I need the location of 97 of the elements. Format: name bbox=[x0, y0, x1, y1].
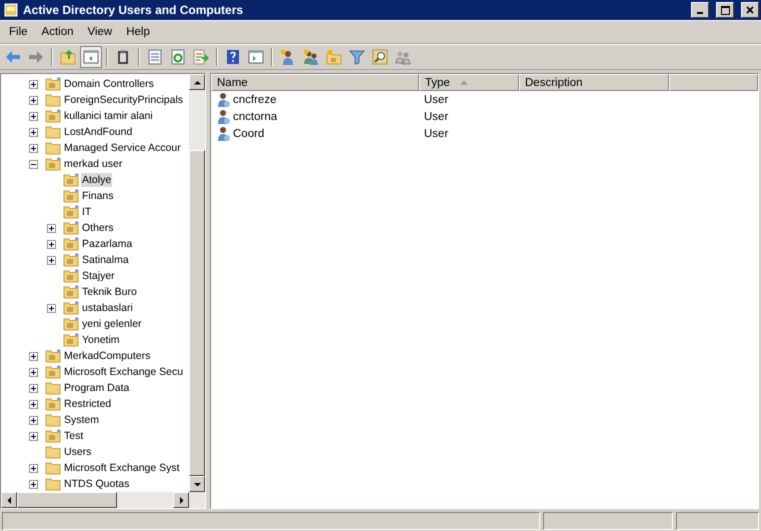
tree-item[interactable]: Teknik Buro bbox=[81, 285, 138, 299]
name-cell: Coord bbox=[233, 128, 264, 140]
menu-item[interactable]: View bbox=[80, 24, 120, 40]
tree-item[interactable]: Microsoft Exchange Syst bbox=[63, 461, 181, 475]
scroll-thumb[interactable] bbox=[17, 492, 117, 508]
tree-item[interactable]: IT bbox=[81, 205, 92, 219]
expand-icon[interactable] bbox=[47, 240, 56, 248]
close-button[interactable] bbox=[741, 2, 759, 18]
action-pane-icon bbox=[248, 49, 264, 65]
expand-icon[interactable] bbox=[29, 368, 38, 376]
new-organizational-unit-icon bbox=[326, 49, 342, 65]
type-cell-text: User bbox=[423, 110, 450, 122]
expand-icon[interactable] bbox=[47, 224, 56, 232]
scroll-thumb[interactable] bbox=[189, 150, 205, 476]
expand-icon[interactable] bbox=[29, 384, 38, 392]
tree-item[interactable]: kullanici tamir alani bbox=[63, 109, 154, 123]
group-membership-icon bbox=[395, 49, 411, 65]
minimize-button[interactable] bbox=[691, 2, 709, 18]
tree-item[interactable]: Program Data bbox=[63, 381, 130, 395]
expand-icon[interactable] bbox=[29, 352, 38, 360]
window-title: Active Directory Users and Computers bbox=[23, 3, 244, 17]
expand-icon[interactable] bbox=[29, 432, 38, 440]
maximize-button[interactable] bbox=[716, 2, 734, 18]
toolbar-button[interactable] bbox=[80, 46, 102, 68]
list-row[interactable]: Coord User bbox=[211, 125, 758, 142]
new-group-icon bbox=[303, 49, 319, 65]
collapse-icon[interactable] bbox=[29, 160, 38, 168]
clipboard-icon bbox=[115, 49, 131, 65]
tree-item[interactable]: Stajyer bbox=[81, 269, 116, 283]
sort-arrow-icon bbox=[460, 80, 468, 85]
expand-icon[interactable] bbox=[29, 128, 38, 136]
find-icon bbox=[372, 49, 388, 65]
menu-item[interactable]: Action bbox=[34, 24, 80, 40]
column-header[interactable]: Type bbox=[419, 74, 519, 91]
horizontal-scrollbar[interactable] bbox=[1, 492, 205, 508]
tree-item[interactable]: Users bbox=[63, 445, 92, 459]
user-icon bbox=[217, 108, 231, 124]
list-row[interactable]: cnctorna User bbox=[211, 108, 758, 125]
list-row[interactable]: cncfreze User bbox=[211, 91, 758, 108]
export-list-icon bbox=[193, 49, 209, 65]
user-icon bbox=[217, 126, 231, 142]
app-icon bbox=[4, 3, 18, 17]
tree-item[interactable]: Satinalma bbox=[81, 253, 130, 267]
scroll-right-icon bbox=[178, 496, 184, 504]
column-header[interactable] bbox=[669, 74, 758, 91]
tree-item[interactable]: Microsoft Exchange Secu bbox=[63, 365, 184, 379]
expand-icon[interactable] bbox=[29, 144, 38, 152]
scroll-left-icon bbox=[6, 496, 12, 504]
folder-up-icon bbox=[60, 49, 76, 65]
type-cell-text: User bbox=[423, 94, 450, 106]
back-arrow-icon bbox=[5, 49, 21, 65]
tree-item[interactable]: yeni gelenler bbox=[81, 317, 143, 331]
tree-item[interactable]: ForeignSecurityPrincipals bbox=[63, 93, 184, 107]
properties-icon bbox=[147, 49, 163, 65]
tree-item[interactable]: Restricted bbox=[63, 397, 112, 411]
tree-item[interactable]: Managed Service Accour bbox=[63, 141, 182, 155]
name-cell: cnctorna bbox=[233, 110, 278, 122]
refresh-icon bbox=[170, 49, 186, 65]
tree-item[interactable]: NTDS Quotas bbox=[63, 477, 130, 491]
expand-icon[interactable] bbox=[47, 304, 56, 312]
tree-item[interactable]: Domain Controllers bbox=[63, 77, 155, 91]
expand-icon[interactable] bbox=[47, 256, 56, 264]
name-cell: cncfreze bbox=[233, 94, 276, 106]
expand-icon[interactable] bbox=[29, 464, 38, 472]
scroll-up-icon bbox=[194, 78, 200, 86]
tree-item[interactable]: System bbox=[63, 413, 100, 427]
menu-item[interactable]: File bbox=[2, 24, 35, 40]
help-icon bbox=[225, 49, 241, 65]
menu-item[interactable]: Help bbox=[119, 24, 157, 40]
type-cell-text: User bbox=[423, 128, 450, 140]
forward-arrow-icon bbox=[28, 49, 44, 65]
tree-item[interactable]: Pazarlama bbox=[81, 237, 134, 251]
tree-item[interactable]: Test bbox=[63, 429, 84, 443]
console-tree-icon bbox=[83, 49, 99, 65]
tree-item[interactable]: Finans bbox=[81, 189, 115, 203]
tree-item[interactable]: merkad user bbox=[63, 157, 124, 171]
vertical-scrollbar[interactable] bbox=[189, 74, 205, 492]
tree-item[interactable]: ustabaslari bbox=[81, 301, 134, 315]
tree-item[interactable]: Others bbox=[81, 221, 115, 235]
tree-item[interactable]: MerkadComputers bbox=[63, 349, 152, 363]
new-user-icon bbox=[280, 49, 296, 65]
column-header[interactable]: Name bbox=[211, 74, 419, 91]
expand-icon[interactable] bbox=[29, 96, 38, 104]
maximize-icon bbox=[720, 6, 730, 14]
tree-item[interactable]: LostAndFound bbox=[63, 125, 134, 139]
expand-icon[interactable] bbox=[29, 480, 38, 488]
expand-icon[interactable] bbox=[29, 112, 38, 120]
expand-icon[interactable] bbox=[29, 400, 38, 408]
column-header[interactable]: Description bbox=[519, 74, 669, 91]
filter-icon bbox=[349, 49, 365, 65]
close-icon bbox=[746, 6, 754, 14]
scroll-down-icon bbox=[194, 480, 200, 488]
expand-icon[interactable] bbox=[29, 416, 38, 424]
tree-item[interactable]: Atolye bbox=[81, 173, 112, 187]
tree-item[interactable]: Yonetim bbox=[81, 333, 121, 347]
expand-icon[interactable] bbox=[29, 80, 38, 88]
user-icon bbox=[217, 92, 231, 108]
